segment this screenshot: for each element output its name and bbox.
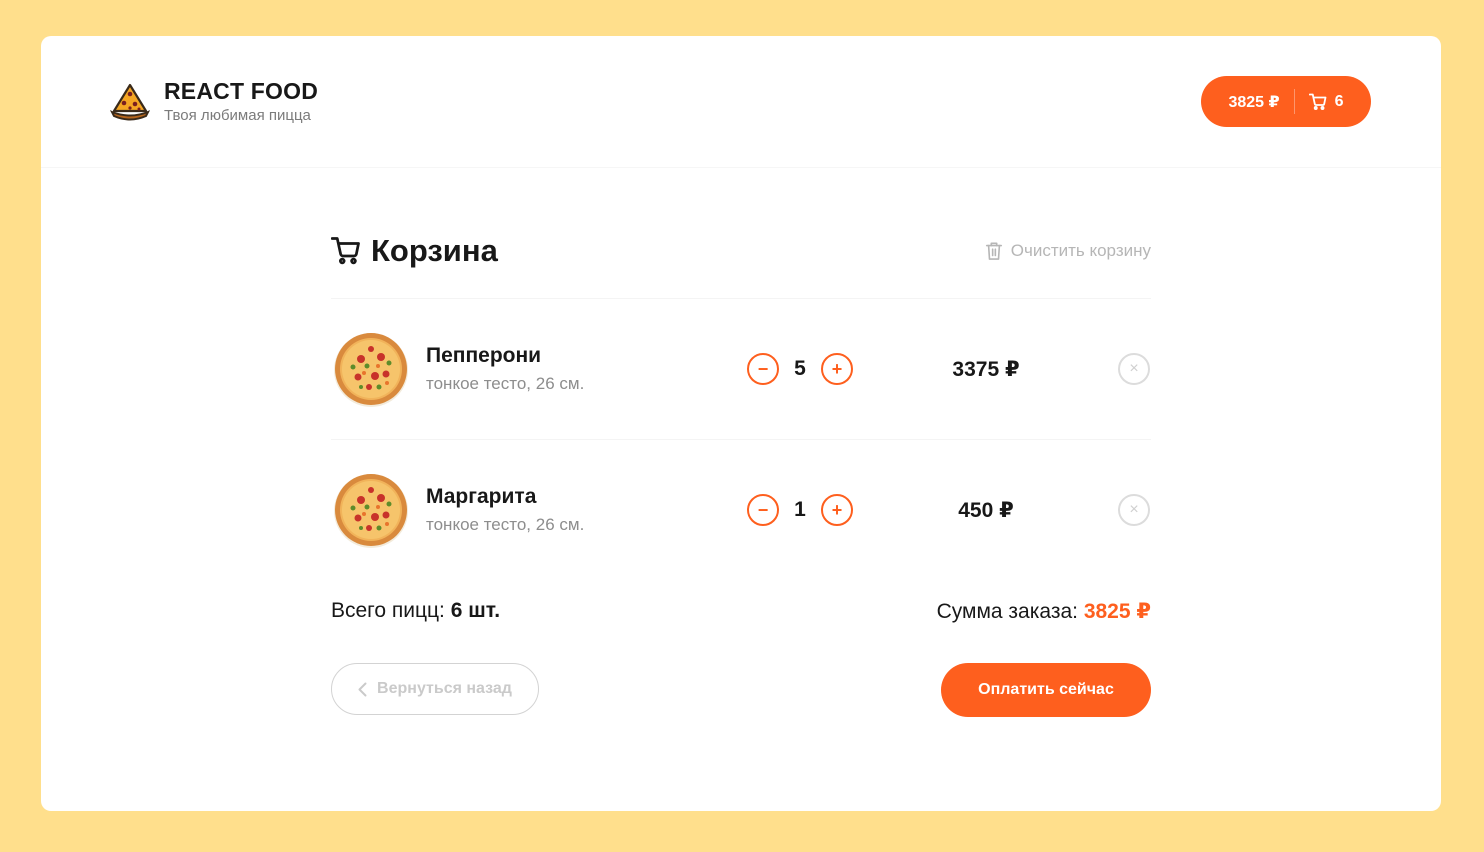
remove-item-button[interactable]: ×: [1118, 353, 1150, 385]
logo-text: REACT FOOD Твоя любимая пицца: [164, 78, 318, 124]
clear-cart-button[interactable]: Очистить корзину: [985, 241, 1151, 261]
increase-button[interactable]: +: [821, 494, 853, 526]
pizza-image: [334, 474, 408, 548]
item-price: 450 ₽: [958, 498, 1014, 522]
decrease-button[interactable]: −: [747, 494, 779, 526]
remove-item-button[interactable]: ×: [1118, 494, 1150, 526]
chevron-left-icon: [358, 682, 367, 696]
item-name: Пепперони: [426, 344, 542, 367]
quantity-stepper: − 1 +: [747, 494, 853, 526]
pay-now-button[interactable]: Оплатить сейчас: [941, 663, 1151, 717]
clear-cart-label: Очистить корзину: [1010, 241, 1151, 260]
pay-now-label: Оплатить сейчас: [978, 681, 1114, 698]
increase-button[interactable]: +: [821, 353, 853, 385]
go-back-label: Вернуться назад: [377, 680, 512, 697]
cart: Корзина Очистить корзину Пепперони тонко…: [331, 204, 1151, 717]
pizza-logo-icon: [110, 83, 150, 121]
header-cart-price: 3825 ₽: [1228, 93, 1280, 111]
item-info: Маргарита тонкое тесто, 26 см.: [426, 485, 726, 535]
go-back-button[interactable]: Вернуться назад: [331, 663, 539, 715]
total-count-value: 6 шт.: [450, 599, 501, 622]
decrease-button[interactable]: −: [747, 353, 779, 385]
trash-icon: [985, 242, 1002, 260]
header-cart-button[interactable]: 3825 ₽ 6: [1201, 76, 1371, 127]
item-quantity: 5: [794, 357, 806, 380]
cart-icon: [1308, 93, 1327, 110]
item-info: Пепперони тонкое тесто, 26 см.: [426, 344, 726, 394]
page-title: Корзина: [371, 233, 498, 268]
cart-summary: Всего пицц: 6 шт. Сумма заказа: 3825 ₽: [331, 580, 1151, 642]
total-sum-label: Сумма заказа:: [936, 599, 1078, 623]
cart-top: Корзина Очистить корзину: [331, 204, 1151, 299]
pizza-image: [334, 333, 408, 407]
header-cart-count: 6: [1334, 92, 1344, 110]
total-sum-value: 3825 ₽: [1083, 599, 1151, 623]
logo[interactable]: REACT FOOD Твоя любимая пицца: [110, 78, 318, 124]
cart-buttons: Вернуться назад Оплатить сейчас: [331, 663, 1151, 717]
cart-item: Пепперони тонкое тесто, 26 см. − 5 + 337…: [331, 299, 1151, 440]
total-sum: Сумма заказа: 3825 ₽: [937, 599, 1151, 624]
app-title: REACT FOOD: [164, 78, 319, 104]
item-quantity: 1: [794, 498, 806, 521]
item-description: тонкое тесто, 26 см.: [426, 374, 585, 393]
item-description: тонкое тесто, 26 см.: [426, 515, 585, 534]
header: REACT FOOD Твоя любимая пицца 3825 ₽ 6: [41, 36, 1441, 168]
cart-item: Маргарита тонкое тесто, 26 см. − 1 + 450…: [331, 440, 1151, 580]
item-price: 3375 ₽: [952, 357, 1020, 381]
page-container: REACT FOOD Твоя любимая пицца 3825 ₽ 6 К…: [41, 36, 1441, 811]
item-name: Маргарита: [426, 485, 537, 508]
total-count: Всего пицц: 6 шт.: [331, 599, 500, 623]
app-subtitle: Твоя любимая пицца: [164, 107, 311, 124]
cart-icon: [331, 237, 360, 265]
total-count-label: Всего пицц:: [331, 599, 445, 622]
quantity-stepper: − 5 +: [747, 353, 853, 385]
cart-heading: Корзина: [331, 233, 498, 269]
divider: [1293, 89, 1295, 114]
